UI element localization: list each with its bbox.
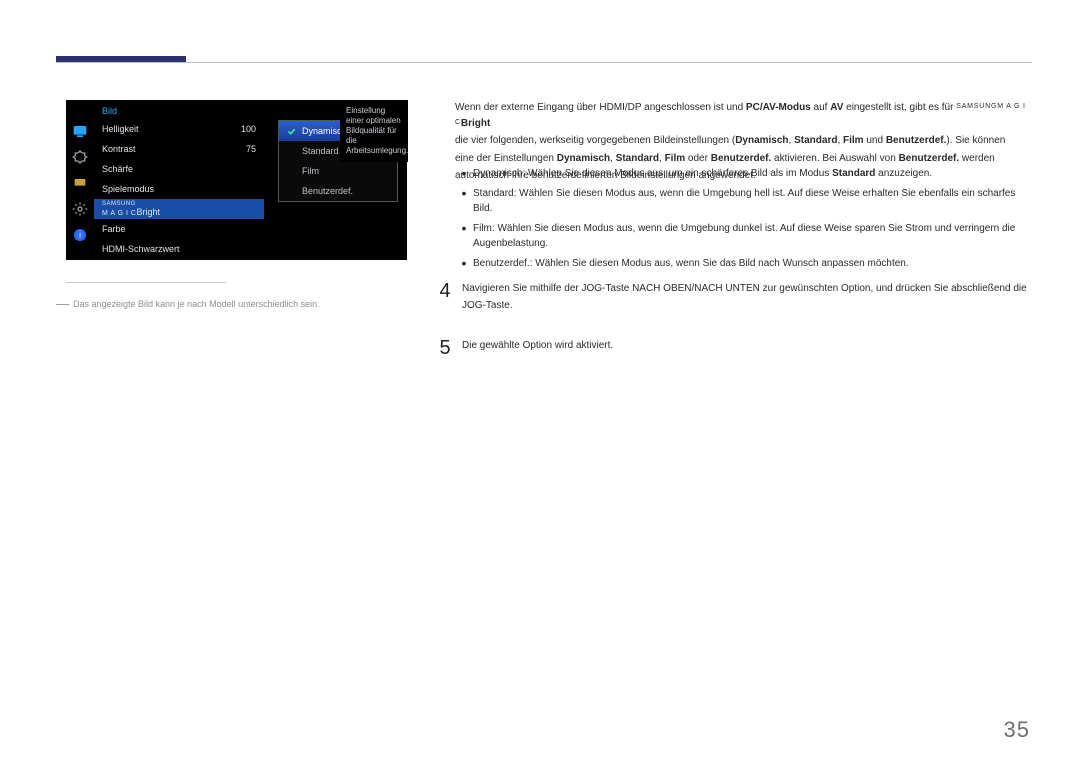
osd-item-label: HDMI-Schwarzwert bbox=[102, 244, 180, 254]
osd-menu-title: Bild bbox=[94, 100, 264, 119]
osd-item-label: Schärfe bbox=[102, 164, 133, 174]
model-note: ―Das angezeigte Bild kann je nach Modell… bbox=[56, 296, 320, 311]
osd-item-label: Farbe bbox=[102, 224, 126, 234]
osd-sub-film[interactable]: Film bbox=[279, 161, 397, 181]
osd-item-brightness[interactable]: Helligkeit 100 bbox=[94, 119, 264, 139]
step-number: 5 bbox=[432, 337, 458, 358]
info-icon: i bbox=[71, 226, 89, 244]
osd-item-magicbright[interactable]: SAMSUNG M A G I CBright bbox=[94, 199, 264, 219]
check-icon bbox=[287, 127, 296, 136]
osd-sub-label: Film bbox=[302, 166, 319, 176]
osd-item-value: 100 bbox=[241, 124, 256, 134]
osd-item-contrast[interactable]: Kontrast 75 bbox=[94, 139, 264, 159]
step-4: 4 Navigieren Sie mithilfe der JOG-Taste … bbox=[432, 280, 1032, 314]
bullet-custom: •Benutzerdef.: Wählen Sie diesen Modus a… bbox=[455, 256, 1035, 272]
bullet-film: •Film: Wählen Sie diesen Modus aus, wenn… bbox=[455, 221, 1035, 252]
bullet-dynamic: •Dynamisch: Wählen Sie diesen Modus aus,… bbox=[455, 166, 1035, 182]
osd-item-label: SAMSUNG M A G I CBright bbox=[102, 201, 160, 217]
osd-main-menu: Bild Helligkeit 100 Kontrast 75 Schärfe Sp… bbox=[94, 100, 264, 260]
step-5: 5 Die gewählte Option wird aktiviert. bbox=[432, 337, 1032, 358]
osd-icon-rail: i bbox=[66, 100, 94, 260]
step-text: Navigieren Sie mithilfe der JOG-Taste NA… bbox=[458, 280, 1032, 314]
bullet-list: •Dynamisch: Wählen Sie diesen Modus aus,… bbox=[455, 166, 1035, 275]
page: i Bild Helligkeit 100 Kontrast 75 Schärfe … bbox=[0, 0, 1080, 763]
bullet-standard: •Standard: Wählen Sie diesen Modus aus, … bbox=[455, 186, 1035, 217]
note-separator bbox=[66, 282, 226, 283]
osd-item-value: 75 bbox=[246, 144, 256, 154]
osd-item-hdmi-black[interactable]: HDMI-Schwarzwert bbox=[94, 239, 264, 259]
osd-sub-label: Benutzerdef. bbox=[302, 186, 353, 196]
svg-text:i: i bbox=[79, 231, 81, 240]
osd-help-text: Einstellung einer optimalen Bildqualität… bbox=[340, 100, 408, 162]
step-number: 4 bbox=[432, 280, 458, 301]
osd-sub-label: Standard bbox=[302, 146, 339, 156]
osd-item-label: Helligkeit bbox=[102, 124, 139, 134]
osd-item-color[interactable]: Farbe bbox=[94, 219, 264, 239]
osd-item-gamemode[interactable]: Spielemodus bbox=[94, 179, 264, 199]
settings-icon bbox=[71, 148, 89, 166]
osd-item-label: Spielemodus bbox=[102, 184, 154, 194]
osd-item-label: Kontrast bbox=[102, 144, 136, 154]
gear-icon bbox=[71, 200, 89, 218]
picture-icon bbox=[71, 122, 89, 140]
osd-item-sharpness[interactable]: Schärfe bbox=[94, 159, 264, 179]
display-icon bbox=[71, 174, 89, 192]
step-text: Die gewählte Option wird aktiviert. bbox=[458, 337, 1032, 354]
osd-sub-custom[interactable]: Benutzerdef. bbox=[279, 181, 397, 201]
header-rule bbox=[56, 62, 1032, 63]
page-number: 35 bbox=[1004, 717, 1030, 743]
